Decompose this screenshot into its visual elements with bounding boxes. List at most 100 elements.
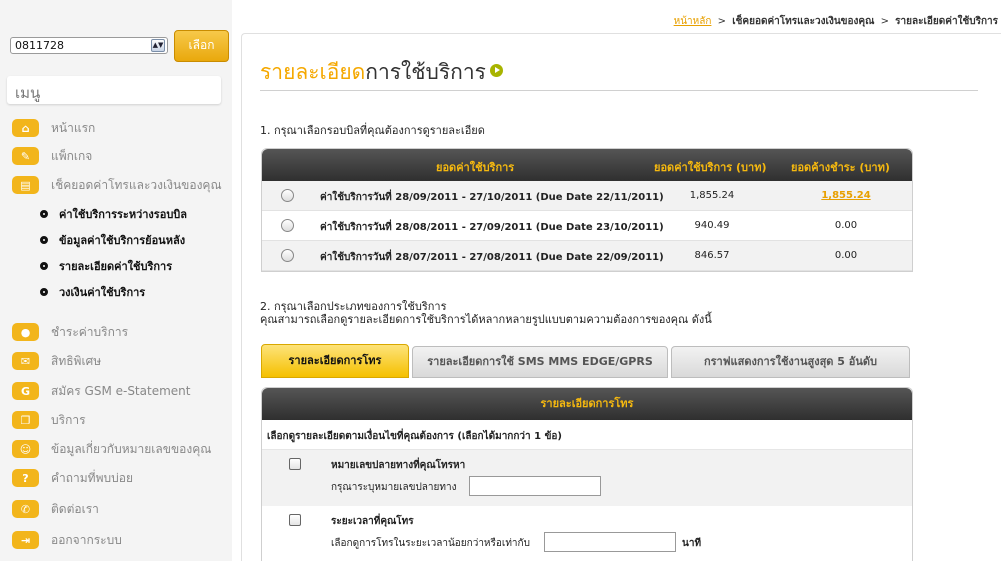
table-row: ค่าใช้บริการวันที่ 28/09/2011 - 27/10/20… (262, 181, 912, 211)
option-label: กรุณาระบุหมายเลขปลายทาง (331, 482, 457, 493)
subitem-credit-limit[interactable]: วงเงินค่าใช้บริการ (40, 283, 145, 301)
bill-table-header: ยอดค่าใช้บริการ ยอดค่าใช้บริการ (บาท) ยอ… (262, 149, 912, 181)
table-row: ค่าใช้บริการวันที่ 28/07/2011 - 27/08/20… (262, 241, 912, 271)
phone-number-mask (83, 40, 123, 52)
call-duration-input[interactable] (544, 532, 676, 552)
phone-number-select[interactable]: 0811728 ▲▼ (10, 37, 168, 54)
bill-col-service: ยอดค่าใช้บริการ (436, 161, 515, 174)
sidebar-item-label: คำถามที่พบบ่อย (51, 470, 133, 485)
page-title-part1: รายละเอียด (260, 60, 366, 84)
faq-icon: ? (12, 469, 39, 487)
number-info-icon: ☺ (12, 440, 39, 458)
sidebar-item-number-info[interactable]: ☺ ข้อมูลเกี่ยวกับหมายเลขของคุณ (12, 437, 211, 461)
step2-line1: 2. กรุณาเลือกประเภทของการใช้บริการ (260, 300, 447, 313)
sidebar-item-payment[interactable]: ● ชำระค่าบริการ (12, 320, 128, 344)
sidebar-item-label: หน้าแรก (51, 120, 96, 135)
estatement-icon: G (12, 382, 39, 400)
page: 0811728 ▲▼ เลือก เมนู ⌂ หน้าแรก ✎ แพ็กเก… (0, 0, 1004, 561)
logout-icon: ⇥ (12, 531, 39, 549)
tab-sms-mms-gprs[interactable]: รายละเอียดการใช้ SMS MMS EDGE/GPRS (412, 346, 668, 378)
subitem-label: ข้อมูลค่าใช้บริการย้อนหลัง (59, 234, 186, 247)
home-icon: ⌂ (12, 119, 39, 137)
sidebar-item-label: เช็คยอดค่าโทรและวงเงินของคุณ (51, 177, 222, 192)
sidebar-item-faq[interactable]: ? คำถามที่พบบ่อย (12, 466, 133, 490)
sidebar-item-privilege[interactable]: ✉ สิทธิพิเศษ (12, 349, 101, 373)
phone-selector: 0811728 ▲▼ เลือก (8, 30, 229, 62)
privilege-icon: ✉ (12, 352, 39, 370)
sidebar-item-bill-check[interactable]: ▤ เช็คยอดค่าโทรและวงเงินของคุณ (12, 173, 222, 197)
subitem-usage-detail[interactable]: รายละเอียดค่าใช้บริการ (40, 257, 172, 275)
breadcrumb: หน้าหลัก > เช็คยอดค่าโทรและวงเงินของคุณ … (674, 14, 998, 29)
page-title: รายละเอียดการใช้บริการ (260, 56, 503, 89)
tab-top5-graph[interactable]: กราฟแสดงการใช้งานสูงสุด 5 อันดับ (671, 346, 910, 378)
duration-unit: นาที (682, 538, 702, 549)
sidebar-item-label: บริการ (51, 412, 86, 427)
bullet-icon (40, 288, 48, 296)
bill-outstanding: 0.00 (834, 220, 858, 231)
destination-number-checkbox[interactable] (289, 458, 301, 470)
usage-type-tabs: รายละเอียดการโทร รายละเอียดการใช้ SMS MM… (261, 344, 913, 378)
sidebar-item-label: ชำระค่าบริการ (51, 324, 129, 339)
bullet-icon (40, 236, 48, 244)
sidebar-item-service[interactable]: ❐ บริการ (12, 408, 86, 432)
bill-rows: ค่าใช้บริการวันที่ 28/09/2011 - 27/10/20… (262, 181, 912, 271)
subitem-current-usage[interactable]: ค่าใช้บริการระหว่างรอบบิล (40, 205, 187, 223)
call-detail-panel: รายละเอียดการโทร เลือกดูรายละเอียดตามเงื… (261, 387, 913, 561)
sidebar-item-label: สิทธิพิเศษ (51, 353, 102, 368)
service-icon: ❐ (12, 411, 39, 429)
bill-check-icon: ▤ (12, 176, 39, 194)
option-title: หมายเลขปลายทางที่คุณโทรหา (331, 460, 466, 471)
step1-instruction: 1. กรุณาเลือกรอบบิลที่คุณต้องการดูรายละเ… (260, 124, 485, 137)
sidebar-item-label: ออกจากระบบ (51, 532, 122, 547)
sidebar-item-label: สมัคร GSM e-Statement (51, 383, 191, 398)
subitem-label: วงเงินค่าใช้บริการ (59, 286, 146, 299)
sidebar-item-estatement[interactable]: G สมัคร GSM e-Statement (12, 379, 190, 403)
bill-description: ค่าใช้บริการวันที่ 28/07/2011 - 27/08/20… (320, 252, 664, 263)
option-title: ระยะเวลาที่คุณโทร (331, 516, 414, 527)
bill-col-amount: ยอดค่าใช้บริการ (บาท) (654, 161, 767, 174)
bill-outstanding: 0.00 (834, 250, 858, 261)
sidebar-item-contact[interactable]: ✆ ติดต่อเรา (12, 497, 99, 521)
bullet-icon (40, 210, 48, 218)
destination-number-input[interactable] (469, 476, 601, 496)
option-call-duration: ระยะเวลาที่คุณโทร เลือกดูการโทรในระยะเวล… (262, 506, 912, 561)
sidebar-item-package[interactable]: ✎ แพ็กเกจ (12, 144, 92, 168)
package-icon: ✎ (12, 147, 39, 165)
sidebar: 0811728 ▲▼ เลือก เมนู ⌂ หน้าแรก ✎ แพ็กเก… (0, 0, 232, 561)
bill-outstanding-link[interactable]: 1,855.24 (802, 190, 890, 201)
sidebar-item-home[interactable]: ⌂ หน้าแรก (12, 116, 95, 140)
tab-call-detail[interactable]: รายละเอียดการโทร (261, 344, 409, 378)
step2-instruction: 2. กรุณาเลือกประเภทของการใช้บริการ คุณสา… (260, 300, 712, 326)
payment-icon: ● (12, 323, 39, 341)
menu-header: เมนู (7, 76, 221, 104)
breadcrumb-current: รายละเอียดค่าใช้บริการ (895, 16, 998, 27)
bill-amount: 1,855.24 (689, 190, 735, 201)
select-arrows-icon[interactable]: ▲▼ (151, 39, 165, 52)
option-label: เลือกดูการโทรในระยะเวลาน้อยกว่าหรือเท่าก… (331, 538, 530, 549)
bill-cycle-table: ยอดค่าใช้บริการ ยอดค่าใช้บริการ (บาท) ยอ… (261, 148, 913, 272)
call-duration-checkbox[interactable] (289, 514, 301, 526)
breadcrumb-separator: > (880, 16, 889, 27)
select-phone-button[interactable]: เลือก (174, 30, 229, 62)
contact-icon: ✆ (12, 500, 39, 518)
step2-line2: คุณสามารถเลือกดูรายละเอียดการใช้บริการได… (260, 313, 712, 326)
table-row: ค่าใช้บริการวันที่ 28/08/2011 - 27/09/20… (262, 211, 912, 241)
bill-radio[interactable] (281, 189, 294, 202)
page-title-part2: การใช้บริการ (365, 60, 486, 84)
sidebar-item-logout[interactable]: ⇥ ออกจากระบบ (12, 528, 122, 552)
breadcrumb-home-link[interactable]: หน้าหลัก (674, 16, 712, 27)
phone-number-value: 0811728 (15, 39, 64, 52)
play-circle-icon (489, 64, 503, 77)
bill-radio[interactable] (281, 219, 294, 232)
breadcrumb-separator: > (717, 16, 727, 27)
main-content: รายละเอียดการใช้บริการ 1. กรุณาเลือกรอบบ… (241, 33, 1001, 561)
breadcrumb-level2[interactable]: เช็คยอดค่าโทรและวงเงินของคุณ (732, 16, 874, 27)
bill-col-outstanding: ยอดค้างชำระ (บาท) (791, 161, 890, 174)
call-detail-header: รายละเอียดการโทร (262, 388, 912, 420)
bill-radio[interactable] (281, 249, 294, 262)
title-divider (260, 90, 978, 91)
subitem-history[interactable]: ข้อมูลค่าใช้บริการย้อนหลัง (40, 231, 185, 249)
call-detail-subheader: เลือกดูรายละเอียดตามเงื่อนไขที่คุณต้องกา… (262, 420, 912, 450)
bill-description: ค่าใช้บริการวันที่ 28/09/2011 - 27/10/20… (320, 192, 664, 203)
subitem-label: รายละเอียดค่าใช้บริการ (59, 260, 173, 273)
